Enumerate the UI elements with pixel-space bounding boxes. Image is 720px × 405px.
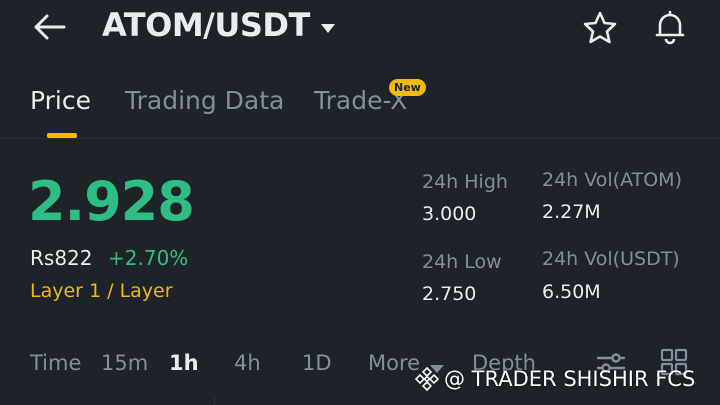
star-icon[interactable]: [582, 10, 618, 46]
time-label[interactable]: Time: [30, 351, 81, 375]
fiat-price: Rs822: [30, 246, 93, 270]
watermark-text: @ TRADER SHISHIR FCS: [444, 367, 696, 391]
price-change: +2.70%: [108, 246, 189, 270]
vol-quote-label: 24h Vol(USDT): [542, 248, 680, 270]
tab-trading-data[interactable]: Trading Data: [125, 86, 284, 115]
category-tag[interactable]: Layer 1 / Layer: [30, 280, 173, 302]
high-value: 3.000: [422, 203, 477, 225]
pair-title[interactable]: ATOM/USDT: [102, 6, 310, 44]
binance-logo-icon: [414, 366, 440, 392]
timeframe-1d[interactable]: 1D: [302, 351, 332, 375]
bell-icon[interactable]: [651, 8, 689, 46]
low-label: 24h Low: [422, 251, 502, 273]
watermark: @ TRADER SHISHIR FCS: [414, 366, 695, 392]
timeframe-4h[interactable]: 4h: [234, 351, 261, 375]
more-button[interactable]: More: [368, 351, 420, 375]
vol-base-value: 2.27M: [542, 201, 601, 223]
last-price: 2.928: [28, 170, 195, 233]
tabs-divider: [0, 138, 720, 139]
low-value: 2.750: [422, 283, 477, 305]
dropdown-caret-icon[interactable]: [320, 19, 336, 33]
vol-base-label: 24h Vol(ATOM): [542, 169, 682, 191]
bottom-divider: [214, 395, 215, 405]
vol-quote-value: 6.50M: [542, 281, 601, 303]
timeframe-1h[interactable]: 1h: [169, 351, 199, 375]
back-arrow-icon[interactable]: [32, 12, 68, 42]
new-badge: New: [389, 79, 426, 96]
timeframe-15m[interactable]: 15m: [101, 351, 148, 375]
high-label: 24h High: [422, 171, 508, 193]
tab-price[interactable]: Price: [30, 86, 91, 115]
